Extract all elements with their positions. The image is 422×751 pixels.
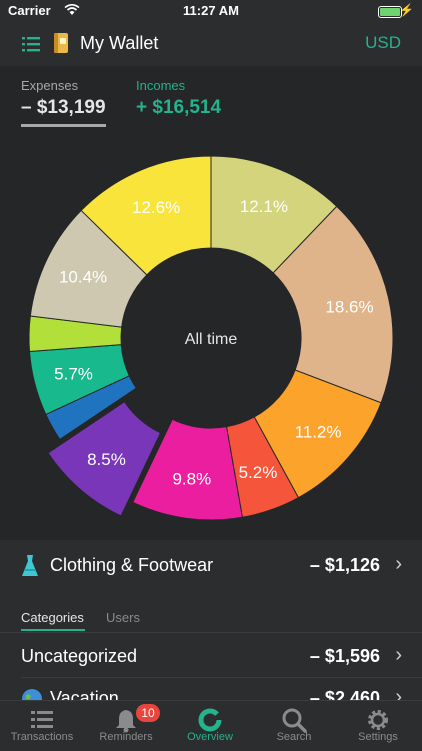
list-item[interactable]: Uncategorized – $1,596 › xyxy=(0,634,422,678)
incomes-tab[interactable]: Incomes + $16,514 xyxy=(136,78,221,119)
selected-category-name: Clothing & Footwear xyxy=(50,555,214,575)
chart-panel: 12.1% 18.6% 11.2% 5.2% 9.8% 8.5% 5.7% 10.4% 12.6… xyxy=(0,130,422,540)
nav-bar: My Wallet USD xyxy=(0,22,422,66)
active-tab-indicator xyxy=(21,124,106,127)
incomes-value: + $16,514 xyxy=(136,97,222,118)
category-name: Vacation xyxy=(50,688,119,700)
chevron-right-icon: › xyxy=(395,553,402,575)
chevron-right-icon: › xyxy=(395,644,402,666)
tab-label: Reminders xyxy=(99,731,153,743)
divider xyxy=(21,677,422,678)
category-name: Uncategorized xyxy=(21,646,138,666)
reminders-badge: 10 xyxy=(136,704,160,722)
tab-label: Search xyxy=(276,731,312,743)
wallet-book-icon xyxy=(54,33,68,53)
tab-label: Transactions xyxy=(10,731,74,743)
chart-center-label: All time xyxy=(185,331,238,348)
slice-label: 10.4% xyxy=(59,267,107,286)
tab-search[interactable]: Search xyxy=(252,701,336,751)
tab-users[interactable]: Users xyxy=(106,610,140,625)
menu-icon[interactable] xyxy=(22,36,40,52)
tab-reminders[interactable]: Reminders 10 xyxy=(84,701,168,751)
globe-icon xyxy=(22,689,42,700)
slice-label: 5.7% xyxy=(54,365,93,384)
currency-button[interactable]: USD xyxy=(365,33,401,53)
slice-label: 9.8% xyxy=(172,470,211,489)
segment-tabs: Categories Users xyxy=(0,596,422,634)
selected-category-amount: – $1,126 xyxy=(309,555,380,575)
slice-label: 12.6% xyxy=(132,198,180,217)
tab-label: Settings xyxy=(358,731,398,743)
tab-categories[interactable]: Categories xyxy=(21,610,84,625)
tab-settings[interactable]: Settings xyxy=(336,701,420,751)
chevron-right-icon: › xyxy=(395,686,402,700)
slice-label: 11.2% xyxy=(295,422,342,441)
summary-panel: Expenses – $13,199 Incomes + $16,514 xyxy=(0,66,422,130)
slice-label: 12.1% xyxy=(240,197,288,216)
incomes-label: Incomes xyxy=(136,78,186,93)
expense-donut-chart[interactable]: 12.1% 18.6% 11.2% 5.2% 9.8% 8.5% 5.7% 10.4% 12.6… xyxy=(0,130,422,540)
status-bar: Carrier 11:27 AM ⚡ xyxy=(0,0,422,22)
tab-transactions[interactable]: Transactions xyxy=(0,701,84,751)
tab-overview[interactable]: Overview xyxy=(168,701,252,751)
segment-indicator xyxy=(21,629,85,631)
dress-icon xyxy=(22,555,38,576)
slice-label: 8.5% xyxy=(87,450,126,469)
divider xyxy=(0,632,422,633)
list-item[interactable]: Vacation – $2,460 › xyxy=(0,680,422,700)
expenses-value: – $13,199 xyxy=(21,97,106,118)
charging-icon: ⚡ xyxy=(399,3,414,17)
expenses-tab[interactable]: Expenses – $13,199 xyxy=(21,78,106,119)
category-amount: – $1,596 xyxy=(309,646,380,666)
slice-label: 18.6% xyxy=(325,298,373,317)
clock: 11:27 AM xyxy=(183,3,239,18)
expenses-label: Expenses xyxy=(21,78,79,93)
page-title: My Wallet xyxy=(80,33,159,53)
tab-bar: Transactions Reminders 10 Overview Searc… xyxy=(0,700,422,751)
slice-label: 5.2% xyxy=(239,463,278,482)
tab-label: Overview xyxy=(187,731,233,743)
selected-category-row[interactable]: Clothing & Footwear – $1,126 › xyxy=(0,540,422,592)
category-amount: – $2,460 xyxy=(309,688,380,700)
